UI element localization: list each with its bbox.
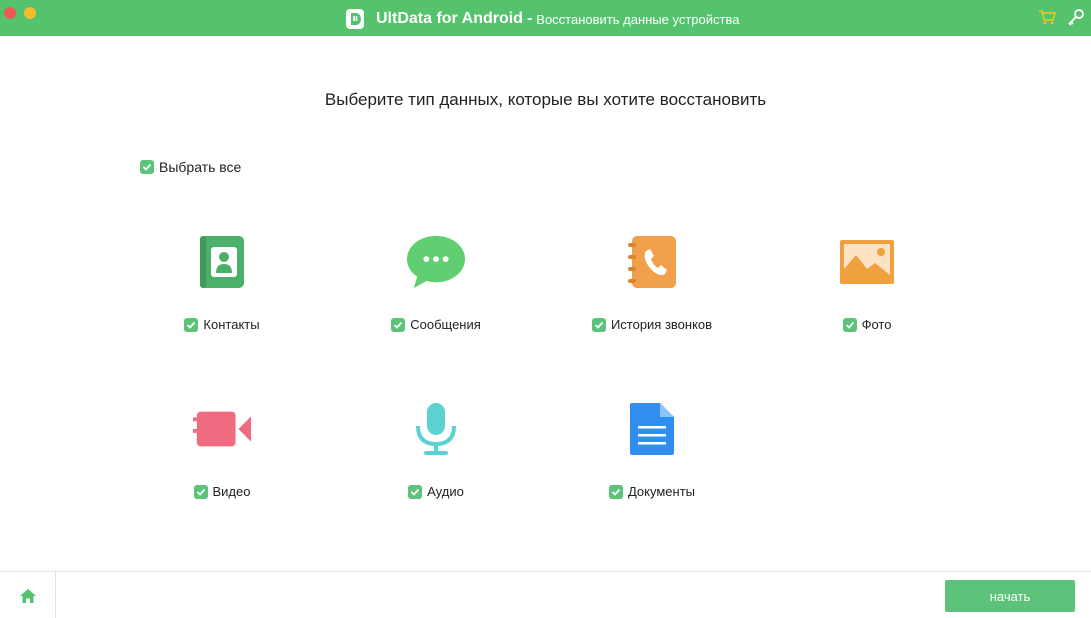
call-history-icon	[622, 232, 682, 292]
page-heading: Выберите тип данных, которые вы хотите в…	[324, 90, 767, 109]
select-all-label: Выбрать все	[159, 159, 242, 175]
documents-checkbox-row[interactable]: Документы	[552, 484, 752, 499]
checkbox-checked-icon[interactable]	[591, 317, 606, 332]
messages-icon	[406, 232, 466, 292]
app-name: UltData for Android	[376, 10, 523, 27]
window-title: UltData for Android - Восстановить данны…	[346, 8, 739, 30]
checkbox-checked-icon[interactable]	[140, 160, 154, 174]
checkbox-checked-icon[interactable]	[184, 317, 199, 332]
photo-icon	[837, 232, 897, 292]
window-minimize-button[interactable]	[24, 7, 36, 19]
checkbox-checked-icon[interactable]	[193, 484, 208, 499]
messages-label: Сообщения	[410, 317, 481, 332]
home-button[interactable]	[0, 572, 56, 618]
data-type-video[interactable]: Видео	[122, 399, 322, 519]
data-type-photo[interactable]: Фото	[767, 232, 967, 352]
checkbox-checked-icon[interactable]	[391, 317, 406, 332]
audio-icon	[406, 399, 466, 459]
title-subtitle: Восстановить данные устройства	[536, 11, 740, 27]
data-type-audio[interactable]: Аудио	[336, 399, 536, 519]
ultdata-logo-icon	[346, 9, 364, 29]
title-bar: UltData for Android - Восстановить данны…	[0, 0, 1091, 36]
documents-label: Документы	[627, 484, 695, 499]
video-checkbox-row[interactable]: Видео	[122, 484, 322, 499]
footer-bar: начать	[0, 571, 1091, 618]
documents-icon	[622, 399, 682, 459]
app-window: UltData for Android - Восстановить данны…	[0, 0, 1091, 618]
audio-label: Аудио	[427, 484, 464, 499]
call-history-checkbox-row[interactable]: История звонков	[552, 317, 752, 332]
contacts-checkbox-row[interactable]: Контакты	[122, 317, 322, 332]
start-button[interactable]: начать	[945, 580, 1075, 612]
contacts-icon	[192, 232, 252, 292]
call-history-label: История звонков	[610, 317, 713, 332]
title-separator: -	[526, 10, 533, 27]
photo-label: Фото	[861, 317, 892, 332]
video-label: Видео	[212, 484, 251, 499]
checkbox-checked-icon[interactable]	[408, 484, 423, 499]
home-icon	[19, 588, 36, 603]
data-type-messages[interactable]: Сообщения	[336, 232, 536, 352]
video-icon	[192, 399, 252, 459]
data-type-documents[interactable]: Документы	[552, 399, 752, 519]
checkbox-checked-icon[interactable]	[608, 484, 623, 499]
window-close-button[interactable]	[4, 7, 16, 19]
select-all-checkbox[interactable]: Выбрать все	[140, 159, 241, 175]
photo-checkbox-row[interactable]: Фото	[767, 317, 967, 332]
audio-checkbox-row[interactable]: Аудио	[336, 484, 536, 499]
data-type-contacts[interactable]: Контакты	[122, 232, 322, 352]
cart-icon[interactable]	[1038, 8, 1056, 26]
messages-checkbox-row[interactable]: Сообщения	[336, 317, 536, 332]
contacts-label: Контакты	[203, 317, 260, 332]
checkbox-checked-icon[interactable]	[842, 317, 857, 332]
key-icon[interactable]	[1067, 8, 1085, 26]
data-type-call-history[interactable]: История звонков	[552, 232, 752, 352]
